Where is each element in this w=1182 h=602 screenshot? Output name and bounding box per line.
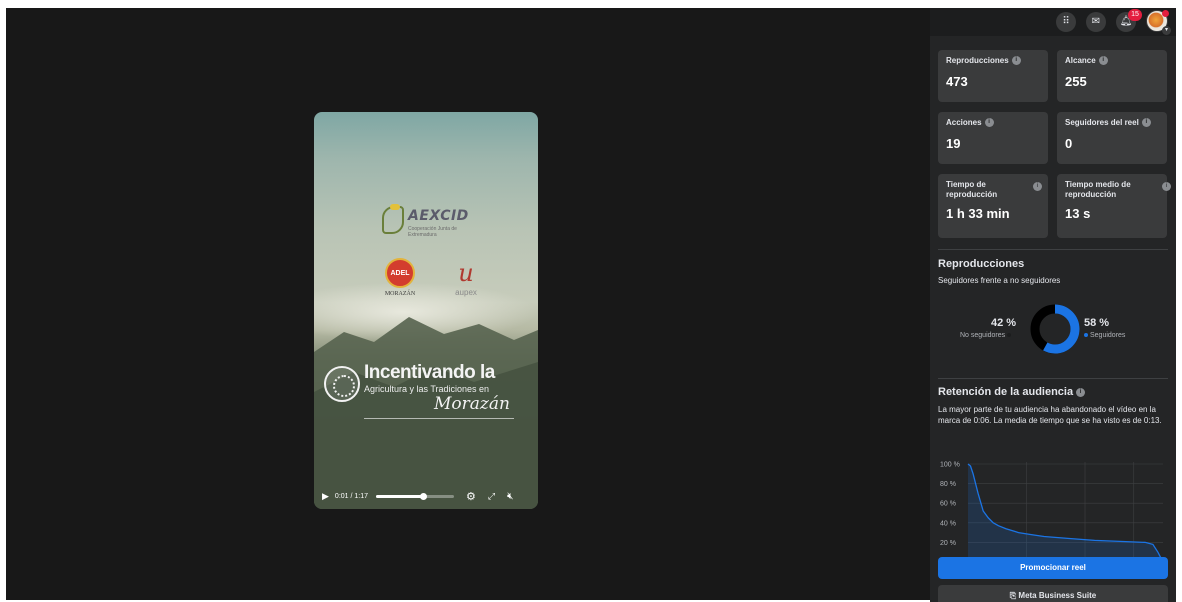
y-tick-label: 20 %: [940, 540, 956, 547]
gear-icon[interactable]: ⚙: [466, 490, 476, 503]
followers-dot: [1084, 333, 1088, 338]
retencion-title: Retención de la audiencia: [938, 386, 1074, 398]
stat-label: Seguidores del reel: [1065, 118, 1139, 127]
stat-card-tiempo-reproduccion: Tiempo de reproducción i 1 h 33 min: [938, 174, 1048, 238]
reproducciones-title: Reproducciones: [938, 258, 1025, 270]
video-title-main: Incentivando la: [364, 362, 495, 383]
stat-value: 13 s: [1065, 206, 1091, 221]
aupex-mark-icon: u: [458, 259, 474, 287]
stat-label: Alcance: [1065, 56, 1096, 65]
non-followers-dot: [1007, 333, 1012, 338]
info-icon[interactable]: i: [1141, 118, 1151, 128]
avatar-status-dot: [1162, 10, 1169, 17]
title-divider: [364, 418, 514, 419]
emblem-icon: [324, 366, 360, 402]
retencion-description: La mayor parte de tu audiencia ha abando…: [938, 405, 1162, 425]
chevron-down-icon[interactable]: ▾: [1162, 26, 1171, 35]
insights-panel: ⠿ ✉ 🔔︎ 15 ▾ Reproducciones i 473 Alcance i…: [930, 8, 1176, 602]
stat-label: Tiempo de reproducción: [946, 180, 998, 199]
info-icon[interactable]: i: [1011, 56, 1021, 66]
video-viewer-stage: AEXCID Cooperación Junta de Extremadura …: [6, 8, 930, 600]
retention-chart: 100 % 80 % 60 % 40 % 20 %: [940, 462, 1164, 562]
video-title-script: Morazán: [434, 394, 510, 414]
aupex-logo: u aupex: [444, 258, 488, 302]
info-icon[interactable]: i: [1098, 56, 1108, 66]
aexcid-mark-icon: [382, 204, 404, 234]
followers-legend: Seguidores: [1084, 332, 1125, 339]
adel-emblem: ADEL: [385, 258, 415, 288]
non-followers-label: No seguidores: [960, 332, 1006, 339]
stat-label: Tiempo medio de reproducción: [1065, 180, 1131, 199]
aupex-text: aupex: [455, 288, 477, 297]
info-icon[interactable]: i: [1033, 182, 1042, 191]
notification-count-badge: 15: [1128, 9, 1142, 21]
y-tick-label: 80 %: [940, 481, 956, 488]
stat-label: Acciones: [946, 118, 982, 127]
aexcid-logo: AEXCID Cooperación Junta de Extremadura: [382, 204, 472, 238]
aexcid-text: AEXCID: [408, 208, 469, 224]
play-icon[interactable]: ▶: [322, 491, 329, 502]
stat-value: 1 h 33 min: [946, 206, 1010, 221]
stat-label: Reproducciones: [946, 56, 1009, 65]
progress-knob[interactable]: [419, 492, 427, 500]
video-title-block: Incentivando la Agricultura y las Tradic…: [324, 362, 534, 422]
stat-card-reproducciones: Reproducciones i 473: [938, 50, 1048, 102]
non-followers-pct: 42 %: [991, 317, 1017, 329]
y-tick-label: 100 %: [940, 462, 960, 469]
reel-video[interactable]: AEXCID Cooperación Junta de Extremadura …: [314, 112, 538, 509]
adel-text: MORAZÁN: [384, 291, 416, 297]
top-bar: ⠿ ✉ 🔔︎ 15 ▾: [930, 8, 1176, 36]
non-followers-legend: No seguidores: [960, 332, 1013, 339]
video-title-sub: Agricultura y las Tradiciones en: [364, 384, 490, 394]
info-icon[interactable]: i: [984, 118, 994, 128]
apps-grid-icon[interactable]: ⠿: [1056, 12, 1076, 32]
followers-pct: 58 %: [1084, 317, 1110, 329]
messenger-icon[interactable]: ✉: [1086, 12, 1106, 32]
followers-donut-chart: [1030, 304, 1080, 354]
promote-reel-button[interactable]: Promocionar reel: [938, 557, 1168, 579]
stat-card-seguidores-reel: Seguidores del reel i 0: [1057, 112, 1167, 164]
player-controls: ▶ 0:01 / 1:17 ⚙ ⤢ 🔇︎: [314, 483, 538, 509]
y-tick-label: 60 %: [940, 501, 956, 508]
stat-card-alcance: Alcance i 255: [1057, 50, 1167, 102]
notifications-button[interactable]: 🔔︎ 15: [1116, 9, 1142, 32]
y-tick-label: 40 %: [940, 520, 956, 527]
aexcid-subtext: Cooperación Junta de Extremadura: [408, 226, 457, 238]
stat-value: 19: [946, 136, 961, 151]
business-suite-button[interactable]: ⎘ Meta Business Suite: [938, 585, 1168, 602]
player-time: 0:01 / 1:17: [334, 492, 369, 500]
stat-value: 473: [946, 74, 968, 89]
mute-icon[interactable]: 🔇︎: [507, 491, 513, 502]
reproducciones-subtitle: Seguidores frente a no seguidores: [938, 276, 1061, 285]
stat-value: 0: [1065, 136, 1073, 151]
adel-morazan-logo: ADEL MORAZÁN: [382, 258, 418, 302]
expand-icon[interactable]: ⤢: [488, 491, 495, 502]
stat-card-acciones: Acciones i 19: [938, 112, 1048, 164]
section-divider: [938, 249, 1168, 250]
info-icon[interactable]: i: [1162, 182, 1171, 191]
stat-value: 255: [1065, 74, 1087, 89]
section-divider: [938, 378, 1168, 379]
info-icon[interactable]: i: [1076, 387, 1086, 397]
stat-card-tiempo-medio: Tiempo medio de reproducción i 13 s: [1057, 174, 1171, 238]
progress-fill: [376, 494, 423, 498]
followers-label: Seguidores: [1090, 332, 1126, 339]
business-suite-label: Meta Business Suite: [1018, 591, 1097, 600]
progress-bar[interactable]: [376, 492, 455, 500]
